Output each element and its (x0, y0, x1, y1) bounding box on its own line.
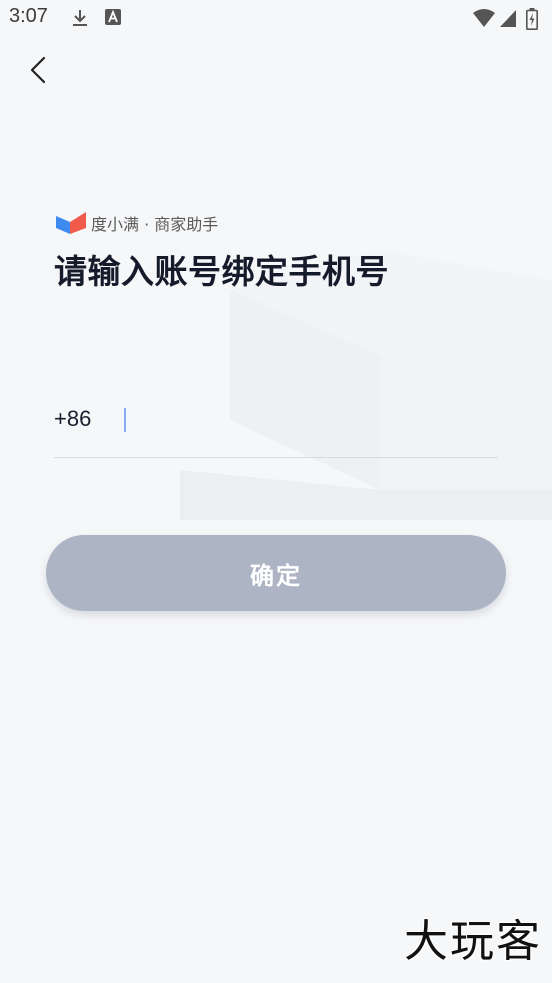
text-caret (124, 408, 126, 432)
download-icon (70, 8, 90, 32)
status-bar: 3:07 (0, 0, 552, 36)
page-title: 请输入账号绑定手机号 (54, 252, 389, 291)
brand-logo-icon (56, 212, 86, 234)
chevron-left-icon (30, 56, 46, 84)
signal-icon (499, 8, 517, 32)
battery-icon (526, 8, 538, 34)
brand-name: 度小满 · 商家助手 (91, 215, 219, 234)
watermark: 大玩客 (404, 916, 542, 967)
country-code-selector[interactable]: +86 (54, 406, 91, 432)
phone-input-row: +86 (54, 400, 504, 444)
phone-number-input[interactable] (124, 404, 504, 438)
status-time: 3:07 (9, 5, 48, 27)
brand: 度小满 · 商家助手 (56, 210, 218, 236)
wifi-icon (472, 8, 496, 32)
a-badge-icon (104, 8, 122, 30)
back-button[interactable] (22, 52, 58, 88)
phone-input-underline (54, 457, 498, 458)
confirm-button[interactable]: 确定 (46, 535, 506, 611)
